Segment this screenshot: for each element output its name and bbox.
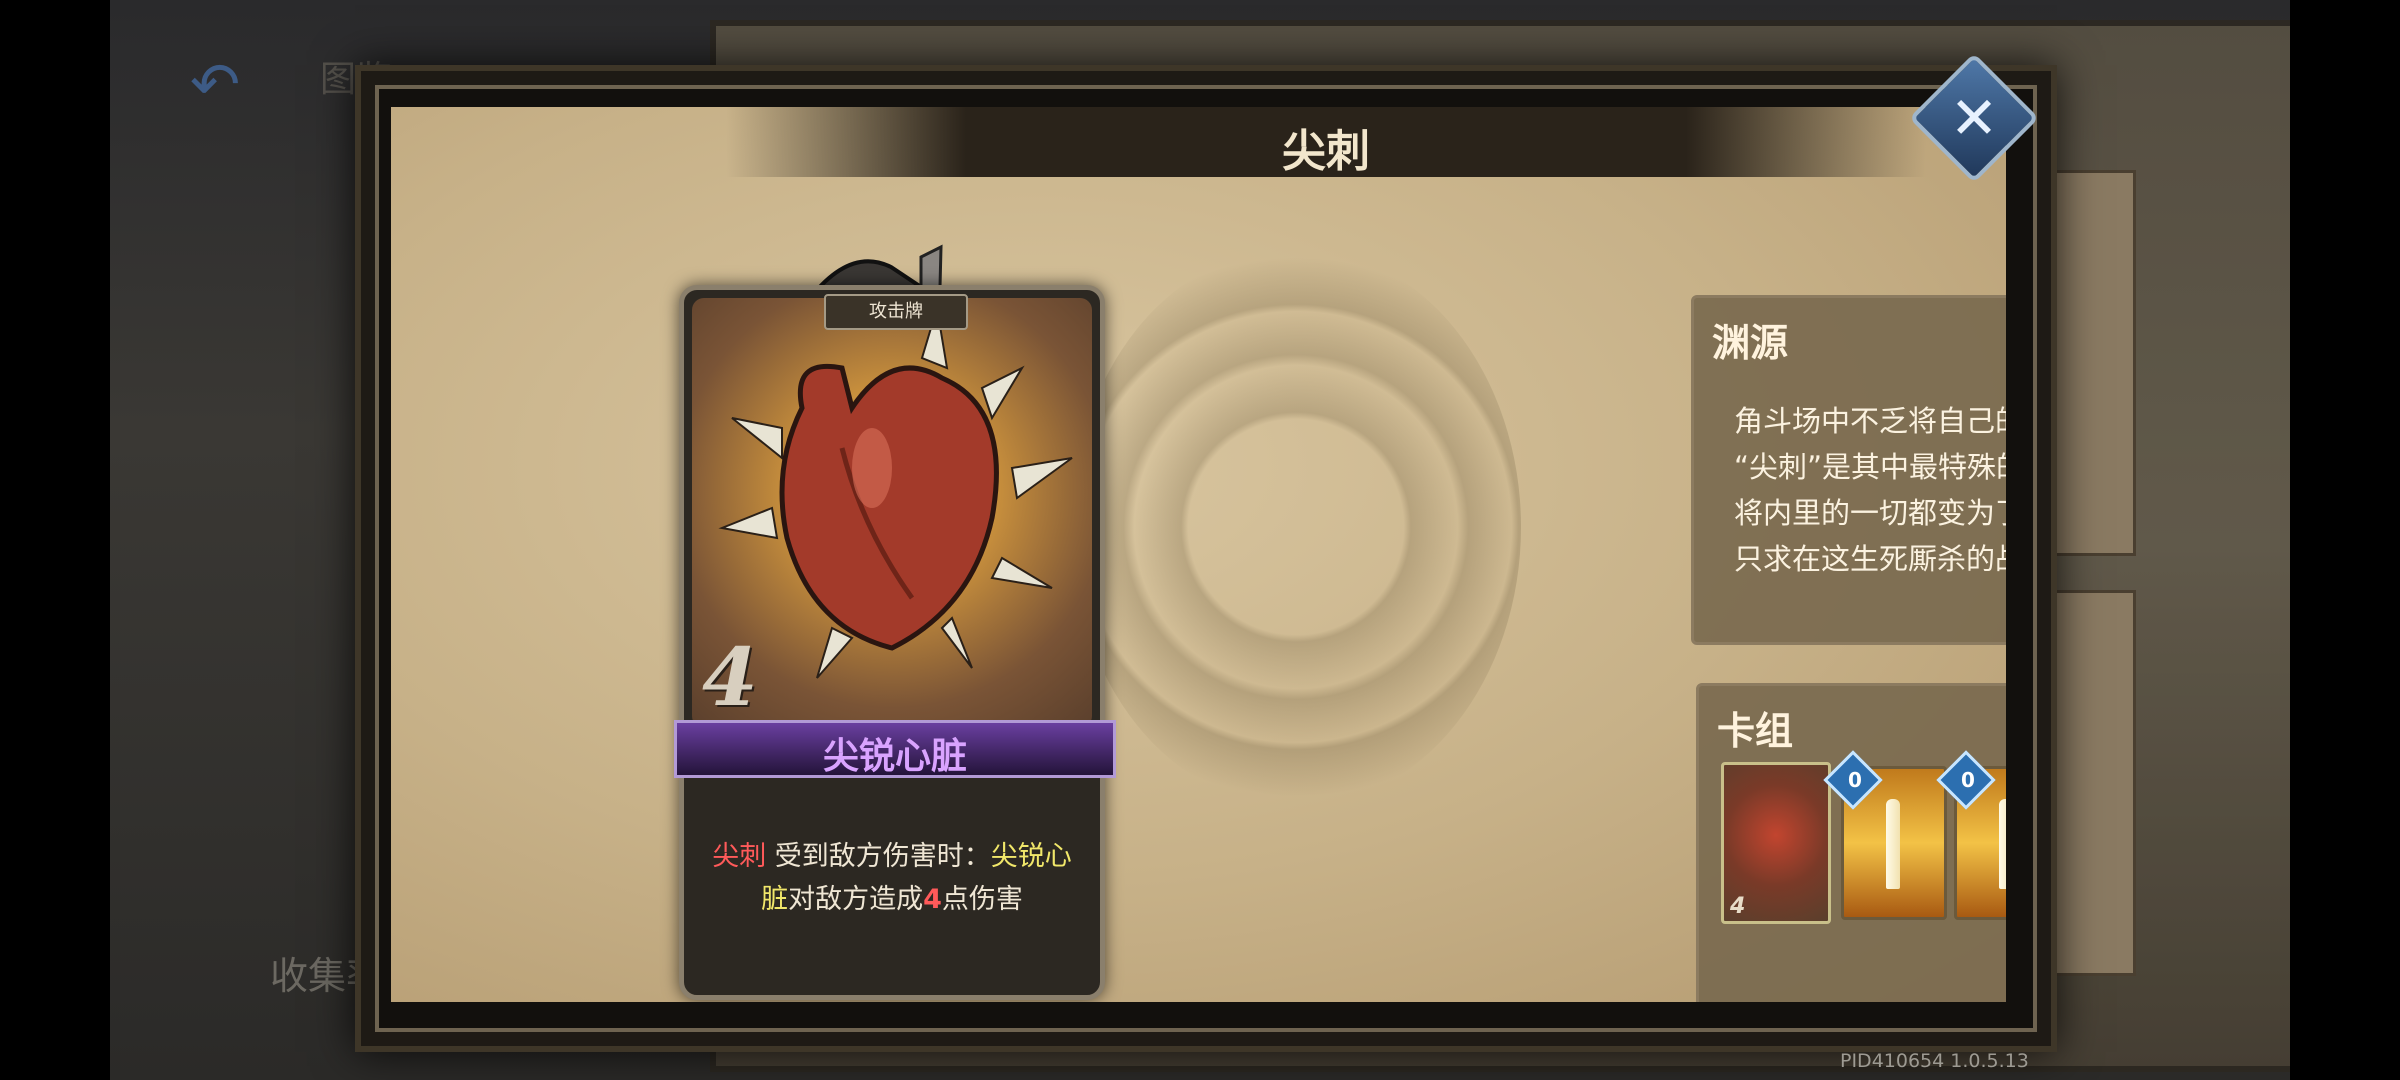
featured-card[interactable]: 攻击牌 4 尖锐心脏 尖刺 受到敌方伤害时：尖锐心脏对敌方造成4点伤害: [674, 285, 1116, 1000]
back-arrow-icon[interactable]: ↶: [190, 50, 240, 120]
deck-card-cost: 0: [1961, 768, 1975, 792]
emblem-background: [1071, 247, 1521, 807]
deck-card-sword[interactable]: 0: [1936, 750, 2006, 920]
deck-card-cost: 4: [1730, 894, 1746, 919]
origin-line: “尖刺”是其中最特殊的那个，: [1734, 450, 2006, 484]
sword-icon: [1886, 799, 1900, 889]
damage-value: 4: [923, 884, 942, 915]
origin-line: 只求在这生死厮杀的战场上获得一线生机: [1734, 542, 2006, 576]
desc-text: 点伤害: [941, 884, 1023, 915]
deck-card-cost: 0: [1848, 768, 1862, 792]
card-type-label: 攻击牌: [824, 294, 968, 330]
origin-line: 将内里的一切都变为了恐怖的锐物，: [1734, 496, 2006, 530]
deck-panel: 卡组 4 0 0 0: [1696, 683, 2006, 1002]
keyword-spike: 尖刺: [712, 841, 767, 872]
version-label: PID410654 1.0.5.13: [1840, 1050, 2029, 1072]
origin-title: 渊源: [1712, 320, 1789, 365]
dialog-content: 尖刺 攻击牌 4 尖锐心脏 尖刺 受到敌方伤害时：尖锐心脏对敌方造成4点伤害 渊…: [391, 107, 2006, 1002]
origin-panel[interactable]: 渊源 角斗场中不乏将自己的身体磨砺为武器的人， “尖刺”是其中最特殊的那个， 将…: [1691, 295, 2006, 645]
desc-text: 对敌方造成: [788, 884, 924, 915]
title-bar: 尖刺: [726, 107, 1926, 177]
card-cost: 4: [702, 630, 758, 724]
sword-icon: [1999, 799, 2006, 889]
origin-line: 角斗场中不乏将自己的身体磨砺为武器的人，: [1734, 404, 2006, 438]
origin-text: 角斗场中不乏将自己的身体磨砺为武器的人， “尖刺”是其中最特殊的那个， 将内里的…: [1734, 398, 2006, 632]
desc-text: 受到敌方伤害时：: [766, 841, 991, 872]
card-name-banner: 尖锐心脏: [674, 720, 1116, 778]
card-description: 尖刺 受到敌方伤害时：尖锐心脏对敌方造成4点伤害: [704, 835, 1080, 921]
deck-title: 卡组: [1717, 708, 1794, 753]
close-icon[interactable]: ✕: [1928, 72, 2020, 164]
deck-card-spiked-heart[interactable]: 4: [1721, 762, 1831, 924]
deck-card-sword[interactable]: 0: [1823, 750, 1947, 920]
dialog-title: 尖刺: [1282, 126, 1370, 177]
card-name: 尖锐心脏: [822, 735, 967, 777]
character-detail-dialog: 尖刺 攻击牌 4 尖锐心脏 尖刺 受到敌方伤害时：尖锐心脏对敌方造成4点伤害 渊…: [355, 65, 2057, 1052]
